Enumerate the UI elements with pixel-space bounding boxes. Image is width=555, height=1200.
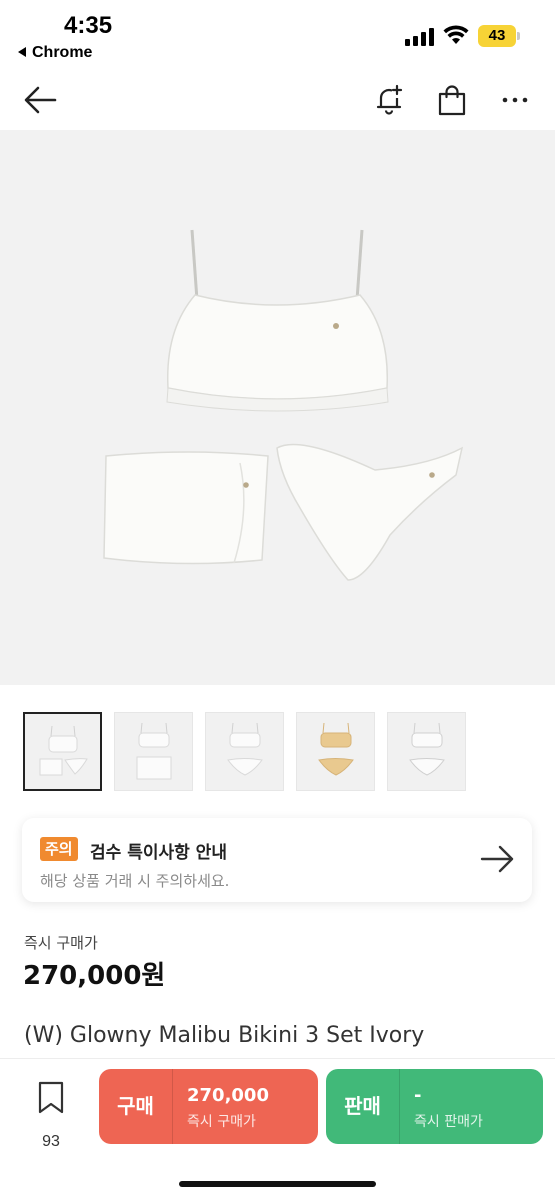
buy-divider <box>172 1069 173 1144</box>
thumbnail-5-image <box>409 722 445 776</box>
product-main-image[interactable] <box>0 130 555 685</box>
buy-button[interactable]: 구매 270,000 즉시 구매가 <box>99 1069 318 1144</box>
sell-sub-label: 즉시 판매가 <box>414 1114 483 1130</box>
back-arrow-icon <box>24 86 57 114</box>
cellular-signal-icon <box>405 28 434 46</box>
back-triangle-icon <box>18 46 26 57</box>
thumbnail-4-image <box>318 722 354 776</box>
notice-title: 검수 특이사항 안내 <box>90 843 227 863</box>
home-indicator[interactable] <box>179 1181 376 1187</box>
instant-buy-price-label: 즉시 구매가 <box>24 934 98 952</box>
caution-badge: 주의 <box>40 837 78 861</box>
battery-tip <box>517 32 520 40</box>
buy-sub-label: 즉시 구매가 <box>187 1114 256 1130</box>
thumbnail-3[interactable] <box>205 712 284 791</box>
thumbnail-4[interactable] <box>296 712 375 791</box>
top-navigation <box>0 70 555 130</box>
thumbnail-3-image <box>227 722 263 776</box>
back-button[interactable] <box>18 78 62 122</box>
sell-button[interactable]: 판매 - 즉시 판매가 <box>326 1069 543 1144</box>
bookmark-button[interactable]: 93 <box>22 1079 80 1150</box>
notification-button[interactable] <box>367 78 411 122</box>
thumbnail-1-image <box>39 725 88 776</box>
buy-label: 구매 <box>117 1094 154 1118</box>
sell-label: 판매 <box>344 1094 381 1118</box>
status-bar: 4:35 Chrome 43 <box>0 0 555 70</box>
inspection-notice-card[interactable]: 주의 검수 특이사항 안내 해당 상품 거래 시 주의하세요. <box>22 818 532 902</box>
arrow-right-icon <box>480 845 514 873</box>
more-options-button[interactable] <box>493 78 537 122</box>
bottom-action-bar: 93 구매 270,000 즉시 구매가 판매 - 즉시 판매가 <box>0 1058 555 1200</box>
buy-price: 270,000 <box>187 1085 269 1106</box>
battery-indicator: 43 <box>478 25 516 47</box>
bell-plus-icon <box>376 84 403 115</box>
status-time: 4:35 <box>64 12 113 39</box>
bookmark-icon <box>38 1081 64 1114</box>
thumbnail-2-image <box>136 722 172 780</box>
back-app-label: Chrome <box>32 44 93 61</box>
instant-buy-price: 270,000원 <box>23 961 166 991</box>
product-name: (W) Glowny Malibu Bikini 3 Set Ivory <box>24 1023 425 1048</box>
sell-divider <box>399 1069 400 1144</box>
sell-price: - <box>414 1085 422 1106</box>
back-to-app-link[interactable]: Chrome <box>18 44 92 62</box>
thumbnail-strip <box>23 712 466 791</box>
bikini-set-illustration <box>103 229 464 581</box>
bookmark-count: 93 <box>42 1133 60 1150</box>
shopping-bag-icon <box>438 85 466 116</box>
notice-subtitle: 해당 상품 거래 시 주의하세요. <box>40 872 230 890</box>
wifi-icon <box>443 25 469 44</box>
shopping-bag-button[interactable] <box>430 78 474 122</box>
more-icon <box>502 97 528 103</box>
thumbnail-1[interactable] <box>23 712 102 791</box>
thumbnail-2[interactable] <box>114 712 193 791</box>
thumbnail-5[interactable] <box>387 712 466 791</box>
